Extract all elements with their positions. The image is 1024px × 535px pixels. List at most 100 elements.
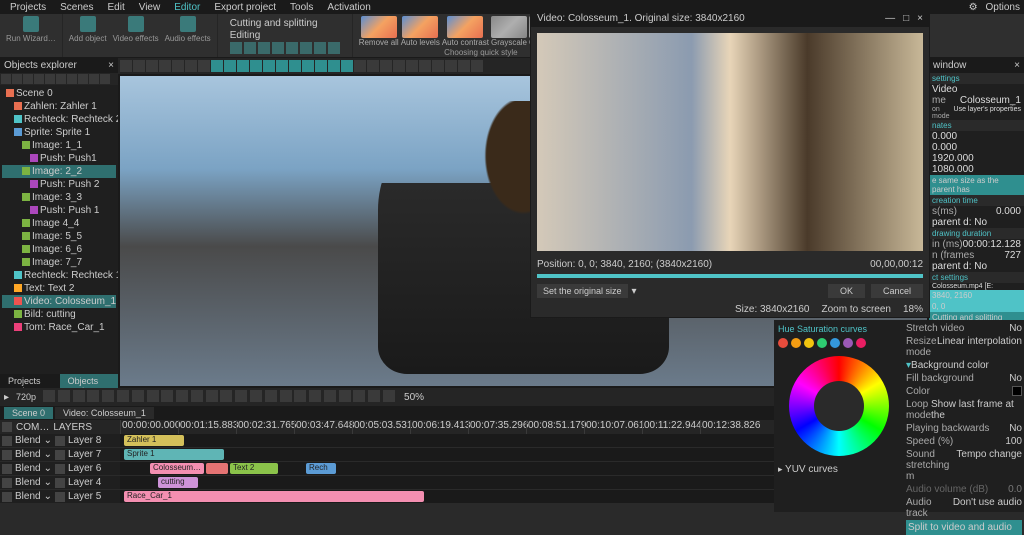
toolbar-icon[interactable] [159,60,171,72]
toolbar-icon[interactable] [471,60,483,72]
playback-button[interactable] [339,390,351,402]
eye-icon[interactable] [2,450,12,460]
layer-row[interactable]: Blend⌄Layer 4 [0,476,120,490]
playback-button[interactable] [132,390,144,402]
toolbar-icon[interactable] [367,60,379,72]
toolbar-icon[interactable] [276,60,288,72]
tree-item[interactable]: Image: 2_2 [2,165,116,178]
toolbar-icon[interactable] [237,60,249,72]
style-thumb[interactable] [402,16,438,38]
menu-activation[interactable]: Activation [327,2,370,13]
toolbar-icon[interactable] [120,60,132,72]
close-icon[interactable]: × [917,13,923,24]
hue-dot[interactable] [804,338,814,348]
timeline-clip[interactable]: Colosseum… [150,463,204,474]
toolbar-icon[interactable] [458,60,470,72]
playback-button[interactable] [324,390,336,402]
hue-dot[interactable] [830,338,840,348]
tool-icon[interactable] [230,42,242,54]
zoom-pct[interactable]: 50% [404,392,424,403]
toolbar-icon[interactable] [289,60,301,72]
toolbar-icon[interactable] [67,74,77,84]
toolbar-icon[interactable] [100,74,110,84]
tree-item[interactable]: Rechteck: Rechteck 2 [2,113,116,126]
playback-button[interactable] [176,390,188,402]
timeline-clip[interactable]: Zahler 1 [124,435,184,446]
audio-effects-button[interactable]: Audio effects [165,16,211,43]
ok-button[interactable]: OK [828,284,865,298]
layer-row[interactable]: Blend⌄Layer 5 [0,490,120,504]
toolbar-icon[interactable] [56,74,66,84]
playback-button[interactable] [250,390,262,402]
playback-button[interactable] [265,390,277,402]
hue-dot[interactable] [778,338,788,348]
color-wheel[interactable] [789,356,889,456]
toolbar-icon[interactable] [185,60,197,72]
menu-editor[interactable]: Editor [174,2,200,13]
timeline-clip[interactable]: Race_Car_1 [124,491,424,502]
tree-item[interactable]: Scene 0 [2,87,116,100]
tree-item[interactable]: Tom: Race_Car_1 [2,321,116,334]
toolbar-icon[interactable] [89,74,99,84]
toolbar-icon[interactable] [23,74,33,84]
layer-row[interactable]: Blend⌄Layer 7 [0,448,120,462]
playback-button[interactable] [220,390,232,402]
tree-item[interactable]: Image: 5_5 [2,230,116,243]
playback-button[interactable] [43,390,55,402]
layer-row[interactable]: Blend⌄Layer 8 [0,434,120,448]
toolbar-icon[interactable] [419,60,431,72]
options-icon[interactable]: ⚙ [969,2,978,13]
toolbar-icon[interactable] [341,60,353,72]
toolbar-icon[interactable] [198,60,210,72]
tree-item[interactable]: Push: Push 2 [2,178,116,191]
run-wizard-button[interactable]: Run Wizard… [6,16,56,43]
toolbar-icon[interactable] [133,60,145,72]
eye-icon[interactable] [2,478,12,488]
timeline-tab-scene[interactable]: Scene 0 [4,407,53,419]
menu-view[interactable]: View [139,2,161,13]
tree-item[interactable]: Zahlen: Zahler 1 [2,100,116,113]
tree-item[interactable]: Image: 6_6 [2,243,116,256]
tree-item[interactable]: Image: 7_7 [2,256,116,269]
eye-icon[interactable] [2,422,12,432]
close-icon[interactable]: × [108,60,114,71]
playback-button[interactable] [191,390,203,402]
timeline-collapse-icon[interactable]: ▸ [4,392,9,403]
playback-button[interactable] [58,390,70,402]
eye-icon[interactable] [2,464,12,474]
toolbar-icon[interactable] [172,60,184,72]
menu-export-project[interactable]: Export project [214,2,276,13]
timeline-clip[interactable]: Text 2 [230,463,278,474]
tree-item[interactable]: Push: Push 1 [2,204,116,217]
style-thumb[interactable] [491,16,527,38]
tree-item[interactable]: Push: Push1 [2,152,116,165]
toolbar-icon[interactable] [250,60,262,72]
playback-button[interactable] [73,390,85,402]
hue-dot[interactable] [791,338,801,348]
style-thumb[interactable] [361,16,397,38]
tree-item[interactable]: Sprite: Sprite 1 [2,126,116,139]
tree-item[interactable]: Image: 1_1 [2,139,116,152]
toolbar-icon[interactable] [393,60,405,72]
toolbar-icon[interactable] [45,74,55,84]
playback-button[interactable] [368,390,380,402]
resolution-selector[interactable]: 720p [12,392,40,402]
yuv-curves[interactable]: ▸ YUV curves [778,464,838,475]
hue-dot[interactable] [817,338,827,348]
toolbar-icon[interactable] [328,60,340,72]
color-swatch[interactable] [1012,386,1022,396]
timeline-clip[interactable]: Sprite 1 [124,449,224,460]
playback-button[interactable] [309,390,321,402]
menu-scenes[interactable]: Scenes [60,2,93,13]
playback-button[interactable] [117,390,129,402]
toolbar-icon[interactable] [315,60,327,72]
timeline-clip[interactable]: Rech [306,463,336,474]
playback-button[interactable] [161,390,173,402]
playback-button[interactable] [87,390,99,402]
timeline-tab-video[interactable]: Video: Colosseum_1 [55,407,154,419]
tool-icon[interactable] [286,42,298,54]
menu-tools[interactable]: Tools [290,2,313,13]
tab-objects-explorer[interactable]: Objects explorer [60,374,118,388]
layer-row[interactable]: Blend⌄Layer 6 [0,462,120,476]
playback-button[interactable] [235,390,247,402]
